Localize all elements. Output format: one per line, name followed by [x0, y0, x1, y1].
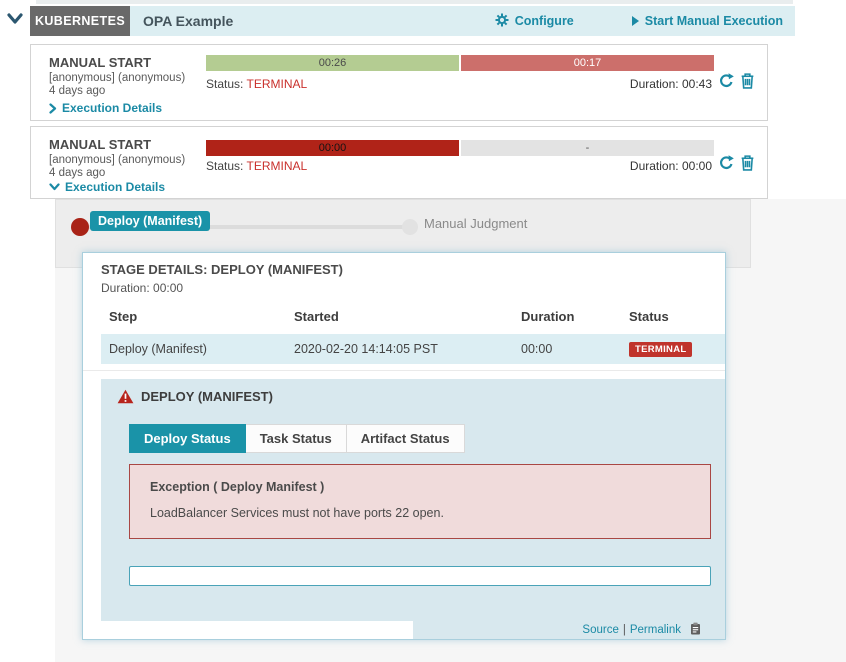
stage-details-title: STAGE DETAILS: DEPLOY (MANIFEST)	[101, 262, 343, 277]
table-divider	[83, 370, 725, 371]
link-separator: |	[623, 624, 626, 636]
stage-bar-succeeded[interactable]: 00:26	[206, 55, 459, 71]
source-link[interactable]: Source	[582, 624, 618, 636]
status-badge: TERMINAL	[629, 342, 692, 357]
trigger-time-ago: 4 days ago	[49, 167, 105, 179]
execution-card: MANUAL START [anonymous] (anonymous) 4 d…	[30, 44, 768, 121]
previous-group-edge	[36, 0, 793, 4]
start-manual-execution-label: Start Manual Execution	[645, 14, 783, 28]
execution-duration: Duration: 00:00	[630, 159, 712, 173]
rerun-execution-icon[interactable]	[718, 73, 734, 94]
execution-details-link[interactable]: Execution Details	[49, 101, 162, 115]
exception-alert: Exception ( Deploy Manifest ) LoadBalanc…	[129, 464, 711, 539]
warning-triangle-icon	[117, 389, 134, 404]
tab-artifact-status[interactable]: Artifact Status	[347, 424, 465, 453]
stage-duration-bars: 00:00 -	[206, 140, 714, 156]
status-tabs: Deploy Status Task Status Artifact Statu…	[129, 424, 465, 453]
status-value: TERMINAL	[246, 77, 307, 91]
stage-label-manual-judgment[interactable]: Manual Judgment	[424, 216, 527, 231]
collapse-group-chevron-icon[interactable]	[6, 12, 24, 26]
delete-execution-icon[interactable]	[740, 154, 755, 176]
execution-duration: Duration: 00:43	[630, 77, 712, 91]
column-status: Status	[629, 309, 669, 324]
configure-button[interactable]: Configure	[495, 13, 574, 30]
column-step: Step	[109, 309, 137, 324]
judgment-input[interactable]	[129, 566, 711, 586]
stage-duration-bars: 00:26 00:17	[206, 55, 714, 71]
account-badge[interactable]: KUBERNETES	[30, 6, 130, 36]
stage-details-duration: Duration: 00:00	[101, 281, 183, 295]
stage-bar-terminal[interactable]: 00:00	[206, 140, 459, 156]
execution-status: Status: TERMINAL	[206, 159, 307, 173]
stage-node-inactive[interactable]	[402, 219, 418, 235]
tab-task-status[interactable]: Task Status	[246, 424, 347, 453]
play-icon	[632, 16, 639, 26]
execution-status: Status: TERMINAL	[206, 77, 307, 91]
stage-details-panel: STAGE DETAILS: DEPLOY (MANIFEST) Duratio…	[82, 252, 726, 640]
trigger-time-ago: 4 days ago	[49, 85, 105, 97]
cell-duration: 00:00	[521, 334, 552, 364]
cell-started: 2020-02-20 14:14:05 PST	[294, 334, 438, 364]
trigger-user: [anonymous] (anonymous)	[49, 72, 185, 84]
configure-label: Configure	[515, 14, 574, 28]
status-value: TERMINAL	[246, 159, 307, 173]
stage-label-deploy-manifest[interactable]: Deploy (Manifest)	[90, 211, 210, 231]
rerun-execution-icon[interactable]	[718, 155, 734, 176]
gear-icon	[495, 13, 509, 30]
stage-node-failed[interactable]	[71, 218, 89, 236]
stage-details-footer: Source | Permalink	[413, 621, 725, 639]
pipeline-header: KUBERNETES OPA Example Configure Start M…	[30, 6, 795, 36]
exception-title: Exception ( Deploy Manifest )	[150, 480, 324, 494]
stage-bar-not-started[interactable]: -	[461, 140, 714, 156]
steps-table-header: Step Started Duration Status	[101, 309, 725, 329]
trigger-user: [anonymous] (anonymous)	[49, 154, 185, 166]
exception-message: LoadBalancer Services must not have port…	[150, 506, 444, 520]
start-manual-execution-button[interactable]: Start Manual Execution	[632, 14, 783, 28]
tab-deploy-status[interactable]: Deploy Status	[129, 424, 246, 453]
table-row[interactable]: Deploy (Manifest) 2020-02-20 14:14:05 PS…	[101, 334, 725, 364]
column-duration: Duration	[521, 309, 574, 324]
chevron-down-icon	[49, 183, 60, 191]
delete-execution-icon[interactable]	[740, 72, 755, 94]
execution-card: MANUAL START [anonymous] (anonymous) 4 d…	[30, 126, 768, 199]
deploy-manifest-section: DEPLOY (MANIFEST) Deploy Status Task Sta…	[101, 379, 725, 621]
trigger-type: MANUAL START	[49, 55, 151, 70]
section-header: DEPLOY (MANIFEST)	[117, 389, 273, 404]
column-started: Started	[294, 309, 339, 324]
section-title: DEPLOY (MANIFEST)	[141, 389, 273, 404]
pipeline-title: OPA Example	[143, 13, 233, 29]
clipboard-icon[interactable]	[690, 622, 701, 638]
stage-bar-failed[interactable]: 00:17	[461, 55, 714, 71]
chevron-right-icon	[49, 103, 57, 114]
execution-details-link[interactable]: Execution Details	[49, 180, 165, 194]
trigger-type: MANUAL START	[49, 137, 151, 152]
cell-step: Deploy (Manifest)	[109, 334, 207, 364]
permalink-link[interactable]: Permalink	[630, 624, 681, 636]
